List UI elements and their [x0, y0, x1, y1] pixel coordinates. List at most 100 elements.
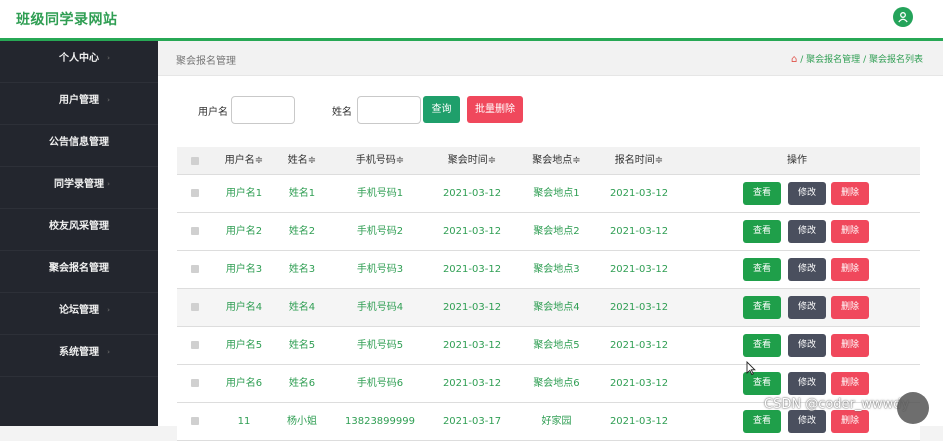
cell-name: 姓名1	[288, 188, 316, 199]
breadcrumb-item[interactable]: 聚会报名管理	[806, 55, 860, 65]
column-header-phone[interactable]: 手机号码≑	[345, 147, 415, 174]
view-button[interactable]: 查看	[743, 182, 781, 205]
delete-button[interactable]: 删除	[831, 410, 869, 433]
cell-signup-time: 2021-03-12	[609, 264, 669, 275]
name-input[interactable]	[357, 96, 421, 124]
column-header-reunion-place[interactable]: 聚会地点≑	[524, 147, 589, 174]
cell-name: 姓名6	[288, 378, 316, 389]
row-checkbox[interactable]	[191, 417, 199, 425]
row-checkbox[interactable]	[191, 227, 199, 235]
sidebar-item-reunion-signup[interactable]: 聚会报名管理 ›	[0, 251, 158, 293]
chevron-right-icon: ›	[107, 138, 110, 146]
view-button[interactable]: 查看	[743, 296, 781, 319]
page-header: 聚会报名管理 ⌂ / 聚会报名管理 / 聚会报名列表	[158, 41, 943, 76]
delete-button[interactable]: 删除	[831, 334, 869, 357]
column-header-name[interactable]: 姓名≑	[282, 147, 322, 174]
edit-button[interactable]: 修改	[788, 296, 826, 319]
username-label: 用户名	[198, 107, 228, 118]
column-header-signup-time[interactable]: 报名时间≑	[604, 147, 674, 174]
sidebar-item-label: 系统管理	[59, 347, 99, 358]
view-button[interactable]: 查看	[743, 258, 781, 281]
cell-phone: 手机号码3	[356, 264, 404, 275]
sidebar-item-system[interactable]: 系统管理 ›	[0, 335, 158, 377]
edit-button[interactable]: 修改	[788, 334, 826, 357]
column-header-reunion-time[interactable]: 聚会时间≑	[437, 147, 507, 174]
cell-name: 姓名3	[288, 264, 316, 275]
cell-signup-time: 2021-03-12	[609, 416, 669, 427]
breadcrumb-item[interactable]: 聚会报名列表	[869, 55, 923, 65]
cell-signup-time: 2021-03-12	[609, 188, 669, 199]
cell-reunion-place: 好家园	[541, 416, 572, 427]
cell-phone: 手机号码5	[356, 340, 404, 351]
delete-button[interactable]: 删除	[831, 220, 869, 243]
edit-button[interactable]: 修改	[788, 410, 826, 433]
cell-reunion-time: 2021-03-17	[442, 416, 502, 427]
cell-username: 用户名5	[225, 340, 263, 351]
sidebar-item-label: 用户管理	[59, 95, 99, 106]
chevron-right-icon: ›	[107, 306, 110, 314]
cell-reunion-place: 聚会地点1	[533, 188, 580, 199]
name-label: 姓名	[332, 107, 352, 118]
table-row: 用户名4 姓名4 手机号码4 2021-03-12 聚会地点4 2021-03-12 查看修…	[177, 289, 920, 327]
column-header-username[interactable]: 用户名≑	[219, 147, 269, 174]
sidebar-item-personal-center[interactable]: 个人中心 ›	[0, 41, 158, 83]
user-avatar-icon[interactable]	[893, 7, 913, 27]
cell-username: 用户名1	[225, 188, 263, 199]
username-input[interactable]	[231, 96, 295, 124]
edit-button[interactable]: 修改	[788, 220, 826, 243]
cell-reunion-place: 聚会地点4	[533, 302, 580, 313]
sidebar: 个人中心 › 用户管理 › 公告信息管理 › 同学录管理 › 校友风采管理 › 聚会报名管…	[0, 41, 158, 426]
row-checkbox[interactable]	[191, 341, 199, 349]
view-button[interactable]: 查看	[743, 220, 781, 243]
delete-button[interactable]: 删除	[831, 258, 869, 281]
chevron-right-icon: ›	[107, 348, 110, 356]
row-checkbox[interactable]	[191, 379, 199, 387]
delete-button[interactable]: 删除	[831, 372, 869, 395]
sidebar-item-label: 同学录管理	[54, 179, 104, 190]
watermark: CSDN @coder_wwwdy	[764, 397, 910, 412]
cell-username: 用户名2	[225, 226, 263, 237]
edit-button[interactable]: 修改	[788, 182, 826, 205]
cell-phone: 手机号码6	[356, 378, 404, 389]
cell-reunion-time: 2021-03-12	[442, 302, 502, 313]
sidebar-item-alumni[interactable]: 校友风采管理 ›	[0, 209, 158, 251]
sidebar-item-announcements[interactable]: 公告信息管理 ›	[0, 125, 158, 167]
delete-button[interactable]: 删除	[831, 296, 869, 319]
breadcrumb-separator: /	[863, 55, 867, 65]
cell-name: 姓名2	[288, 226, 316, 237]
edit-button[interactable]: 修改	[788, 372, 826, 395]
chevron-right-icon: ›	[107, 54, 110, 62]
sidebar-item-user-management[interactable]: 用户管理 ›	[0, 83, 158, 125]
chevron-right-icon: ›	[107, 96, 110, 104]
table-row: 用户名1 姓名1 手机号码1 2021-03-12 聚会地点1 2021-03-12 查看修…	[177, 175, 920, 213]
view-button[interactable]: 查看	[743, 410, 781, 433]
cell-username: 11	[237, 416, 251, 427]
edit-button[interactable]: 修改	[788, 258, 826, 281]
row-checkbox[interactable]	[191, 265, 199, 273]
cell-reunion-time: 2021-03-12	[442, 340, 502, 351]
batch-delete-button[interactable]: 批量删除	[467, 96, 523, 123]
cell-reunion-place: 聚会地点2	[533, 226, 580, 237]
view-button[interactable]: 查看	[743, 372, 781, 395]
cell-signup-time: 2021-03-12	[609, 226, 669, 237]
view-button[interactable]: 查看	[743, 334, 781, 357]
cell-reunion-place: 聚会地点5	[533, 340, 580, 351]
sidebar-item-classmates[interactable]: 同学录管理 ›	[0, 167, 158, 209]
cell-signup-time: 2021-03-12	[609, 378, 669, 389]
row-checkbox[interactable]	[191, 303, 199, 311]
home-icon[interactable]: ⌂	[791, 54, 797, 65]
sidebar-item-forum[interactable]: 论坛管理 ›	[0, 293, 158, 335]
query-button[interactable]: 查询	[423, 96, 460, 123]
row-checkbox[interactable]	[191, 189, 199, 197]
cell-phone: 手机号码2	[356, 226, 404, 237]
delete-button[interactable]: 删除	[831, 182, 869, 205]
floating-action-button[interactable]	[897, 392, 929, 424]
cell-phone: 手机号码1	[356, 188, 404, 199]
select-all-checkbox[interactable]	[191, 157, 199, 165]
cell-reunion-place: 聚会地点3	[533, 264, 580, 275]
app-title: 班级同学录网站	[16, 12, 118, 28]
sidebar-item-label: 论坛管理	[59, 305, 99, 316]
breadcrumb-separator: /	[800, 55, 804, 65]
sidebar-item-label: 个人中心	[59, 53, 99, 64]
cell-phone: 13823899999	[345, 416, 415, 427]
